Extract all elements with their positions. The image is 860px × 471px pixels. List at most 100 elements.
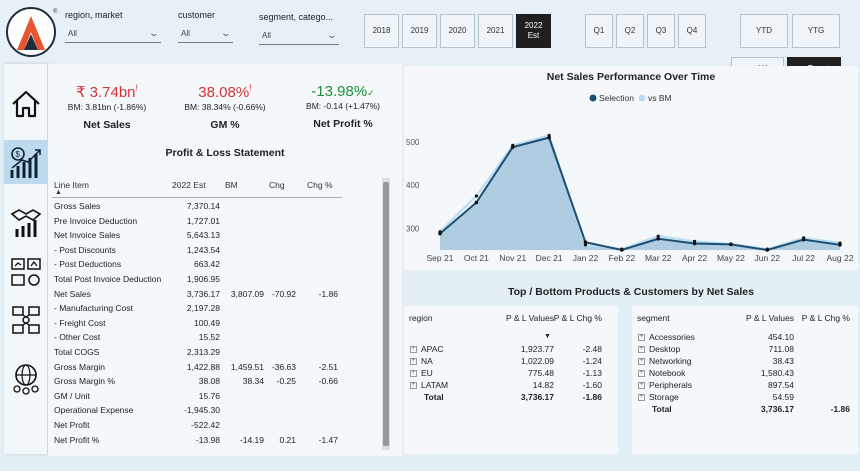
chevron-down-icon: ⌄ xyxy=(220,28,232,38)
expand-plus-icon[interactable]: + xyxy=(638,358,645,366)
column-header-2022-est[interactable]: 2022 Est xyxy=(172,180,206,198)
executive-globe-icon xyxy=(12,364,39,395)
cell-value: -0.66 xyxy=(318,376,338,387)
row-label: + APAC xyxy=(410,344,444,354)
column-header[interactable]: P & L Chg % xyxy=(554,313,602,323)
column-header-bm[interactable]: BM xyxy=(225,180,238,198)
line-item-label: Pre Invoice Deduction xyxy=(54,215,138,226)
table-row[interactable]: Net Sales 3,736.17 3,807.09 -70.92 -1.86 xyxy=(52,288,382,303)
nav-item-finance[interactable]: $ xyxy=(4,140,47,184)
column-header-chg[interactable]: Chg xyxy=(269,180,285,198)
row-text: LATAM xyxy=(421,380,449,390)
ytg-button[interactable]: YTG xyxy=(792,14,840,48)
table-row[interactable]: + Desktop 711.08 xyxy=(632,344,858,356)
bm-point xyxy=(547,133,551,138)
expand-plus-icon[interactable]: + xyxy=(638,370,645,378)
supply-chain-icon xyxy=(11,306,40,334)
column-header-chg-percent[interactable]: Chg % xyxy=(307,180,333,198)
cell-value: 1,580.43 xyxy=(760,368,794,378)
customer-dropdown[interactable]: All ⌄ xyxy=(178,25,233,43)
expand-plus-icon[interactable]: + xyxy=(410,370,417,378)
line-item-label: Net Sales xyxy=(54,288,91,299)
table-row[interactable]: + Peripherals 897.54 xyxy=(632,380,858,392)
expand-plus-icon[interactable]: + xyxy=(410,346,417,354)
row-text: Notebook xyxy=(649,368,686,378)
expand-plus-icon[interactable]: + xyxy=(410,382,417,390)
nav-item-home[interactable] xyxy=(4,82,47,126)
table-row[interactable]: + APAC 1,923.77 -2.48 xyxy=(404,344,618,356)
column-header[interactable]: region xyxy=(409,313,433,323)
pl-scrollbar[interactable] xyxy=(382,178,390,450)
expand-plus-icon[interactable]: + xyxy=(638,382,645,390)
bm-point xyxy=(729,242,733,246)
kpi-gm-percent: 38.08%! BM: 38.34% (-0.66%) GM % xyxy=(166,64,284,134)
table-row[interactable]: Gross Sales 7,370.14 xyxy=(52,200,382,215)
table-row[interactable]: Net Profit % -13.98 -14.19 0.21 -1.47 xyxy=(52,434,382,449)
cell-value: -0.25 xyxy=(276,376,296,387)
x-tick-label: Mar 22 xyxy=(645,253,672,263)
cell-value: 663.42 xyxy=(194,259,220,270)
year-2019-button[interactable]: 2019 xyxy=(402,14,437,48)
expand-plus-icon[interactable]: + xyxy=(410,358,417,366)
table-row[interactable]: - Freight Cost 100.49 xyxy=(52,317,382,332)
line-item-label: Net Profit % xyxy=(54,434,100,445)
region-market-dropdown[interactable]: All ⌄ xyxy=(65,25,161,43)
table-row[interactable]: + Storage 54.59 xyxy=(632,392,858,404)
line-item-label: - Other Cost xyxy=(54,332,101,343)
table-row[interactable]: - Manufacturing Cost 2,197.28 xyxy=(52,302,382,317)
row-label: Total xyxy=(424,392,444,402)
expand-plus-icon[interactable]: + xyxy=(638,334,645,342)
year-2020-button[interactable]: 2020 xyxy=(440,14,475,48)
year-2018-button[interactable]: 2018 xyxy=(364,14,399,48)
ytd-button[interactable]: YTD xyxy=(740,14,788,48)
cell-value: 1,906.95 xyxy=(186,274,220,284)
quarter-q4-button[interactable]: Q4 xyxy=(678,14,706,48)
x-tick-label: May 22 xyxy=(717,253,745,263)
quarter-q2-button[interactable]: Q2 xyxy=(616,14,644,48)
table-row[interactable]: + EU 775.48 -1.13 xyxy=(404,368,618,380)
table-row[interactable]: - Other Cost 15.52 xyxy=(52,331,382,346)
segment-category-dropdown[interactable]: All ⌄ xyxy=(259,27,339,45)
year-2021-button[interactable]: 2021 xyxy=(478,14,513,48)
quarter-q1-button[interactable]: Q1 xyxy=(585,14,613,48)
table-row[interactable]: Gross Margin % 38.08 38.34 -0.25 -0.66 xyxy=(52,375,382,390)
column-header[interactable]: P & L Chg % xyxy=(802,313,850,323)
table-row[interactable]: Gross Margin 1,422.88 1,459.51 -36.63 -2.51 xyxy=(52,361,382,376)
expand-plus-icon[interactable]: + xyxy=(638,394,645,402)
kpi-label: Net Sales xyxy=(83,119,131,131)
nav-item-sales[interactable] xyxy=(4,199,47,243)
year-label: 2022 xyxy=(524,21,543,30)
column-header[interactable]: P & L Values xyxy=(746,313,794,323)
expand-plus-icon[interactable]: + xyxy=(638,346,645,354)
table-row[interactable]: Net Profit -522.42 xyxy=(52,419,382,434)
table-row[interactable]: Pre Invoice Deduction 1,727.01 xyxy=(52,215,382,230)
nav-item-supply-chain[interactable] xyxy=(4,298,47,342)
table-row[interactable]: + Networking 38.43 xyxy=(632,356,858,368)
year-2022-button[interactable]: 2022 Est xyxy=(516,14,551,48)
nav-item-executive[interactable] xyxy=(4,356,47,400)
kpi-number: 38.08% xyxy=(198,84,250,101)
row-text: Accessories xyxy=(649,332,695,342)
table-row[interactable]: + LATAM 14.82 -1.60 xyxy=(404,380,618,392)
quarter-q3-button[interactable]: Q3 xyxy=(647,14,675,48)
net-sales-line-chart[interactable]: Selection vs BM 300 400 500 Sep 21 Oct 21 Nov 2… xyxy=(404,66,858,270)
svg-text:®: ® xyxy=(53,8,58,15)
table-row[interactable]: Total Post Invoice Deduction 1,906.95 xyxy=(52,273,382,288)
table-row[interactable]: Operational Expense -1,945.30 xyxy=(52,404,382,419)
column-header[interactable]: segment xyxy=(637,313,670,323)
table-row[interactable]: + Accessories 454.10 xyxy=(632,332,858,344)
row-label: + LATAM xyxy=(410,380,448,390)
nav-item-marketing[interactable] xyxy=(4,250,47,294)
table-row[interactable]: + Notebook 1,580.43 xyxy=(632,368,858,380)
table-row[interactable]: - Post Discounts 1,243.54 xyxy=(52,244,382,259)
column-header[interactable]: P & L Values xyxy=(506,313,554,323)
table-row[interactable]: Total COGS 2,313.29 xyxy=(52,346,382,361)
table-row[interactable]: + NA 1,022.09 -1.24 xyxy=(404,356,618,368)
row-text: Peripherals xyxy=(649,380,692,390)
cell-value: 454.10 xyxy=(768,332,794,342)
scrollbar-thumb[interactable] xyxy=(383,182,389,446)
table-row[interactable]: - Post Deductions 663.42 xyxy=(52,258,382,273)
table-row[interactable]: Net Invoice Sales 5,643.13 xyxy=(52,229,382,244)
chevron-down-icon: ⌄ xyxy=(326,30,338,40)
table-row[interactable]: GM / Unit 15.76 xyxy=(52,390,382,405)
